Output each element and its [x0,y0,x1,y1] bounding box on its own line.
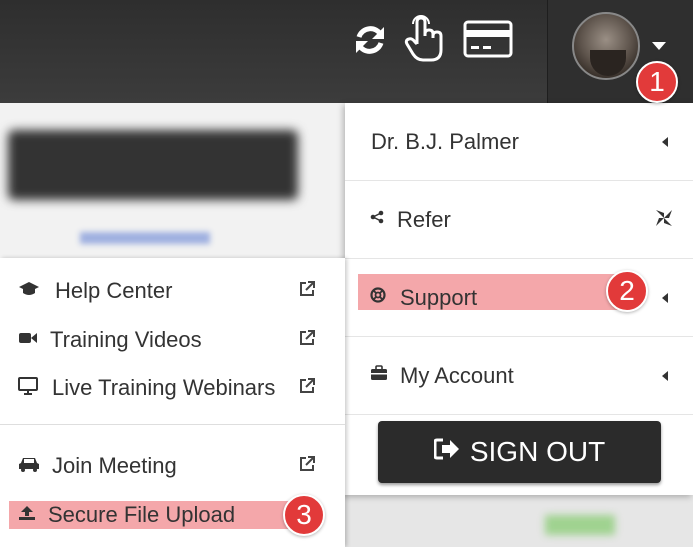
graduation-cap-icon [18,281,40,302]
pinwheel-icon [655,207,673,233]
external-link-icon [298,455,316,478]
submenu-item-label: Join Meeting [52,453,177,478]
menu-item-profile[interactable]: Dr. B.J. Palmer [345,103,693,181]
external-link-icon [298,329,316,352]
life-ring-icon [370,287,386,308]
avatar[interactable] [572,12,640,80]
chevron-left-icon [662,370,668,381]
upload-icon [18,505,36,526]
menu-item-label: Refer [397,206,451,232]
background-content [345,495,693,547]
menu-item-label: Support [400,284,478,310]
menu-item-label: My Account [400,362,514,388]
external-link-icon [298,280,316,303]
background-blurred-link [80,232,210,244]
external-link-icon [298,377,316,400]
menu-item-refer[interactable]: Refer [345,181,693,259]
submenu-item-label: Help Center [55,278,173,303]
background-blurred-button [545,515,615,535]
menu-item-my-account[interactable]: My Account [345,337,693,415]
submenu-item-label: Training Videos [50,327,202,352]
monitor-icon [18,376,38,400]
submenu-divider [0,424,345,425]
chevron-left-icon [662,136,668,147]
credit-card-icon[interactable] [462,20,514,58]
briefcase-icon [370,365,388,386]
menu-item-label: Dr. B.J. Palmer [371,128,519,154]
sign-out-icon [433,438,460,466]
step-badge-2: 2 [606,270,648,312]
refresh-icon[interactable] [350,18,390,62]
sign-out-button[interactable]: SIGN OUT [378,421,661,483]
submenu-item-help-center[interactable]: Help Center [0,267,345,315]
step-badge-3: 3 [283,494,325,536]
submenu-item-join-meeting[interactable]: Join Meeting [0,442,345,490]
car-icon [18,456,40,477]
submenu-item-live-training-webinars[interactable]: Live Training Webinars [0,364,345,412]
sign-out-label: SIGN OUT [469,436,606,467]
chevron-left-icon [662,292,668,303]
submenu-item-label: Live Training Webinars [52,375,276,400]
share-icon [370,210,384,229]
background-blurred-block [8,130,298,200]
submenu-item-label: Secure File Upload [48,502,236,527]
step-badge-1: 1 [636,61,678,103]
touch-icon[interactable] [402,14,448,64]
video-camera-icon [18,330,38,350]
chevron-down-icon[interactable] [652,42,666,50]
submenu-item-training-videos[interactable]: Training Videos [0,316,345,364]
